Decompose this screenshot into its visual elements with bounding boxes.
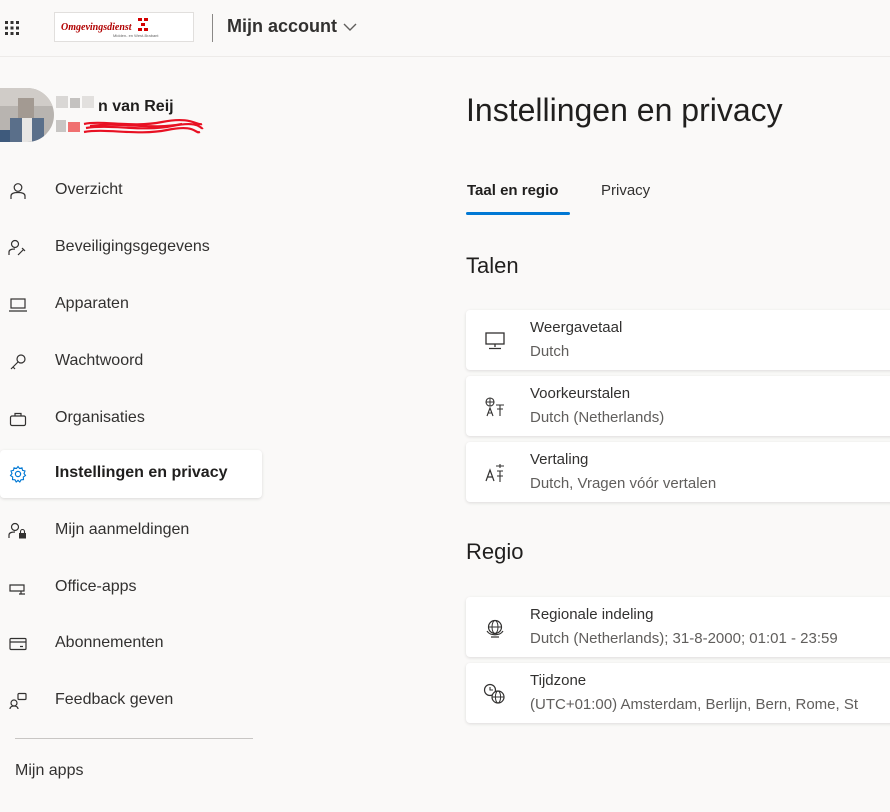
sidebar-item-label: Feedback geven	[55, 691, 174, 708]
sidebar-item-label: Beveiligingsgegevens	[55, 238, 210, 255]
card-title: Weergavetaal	[530, 319, 623, 336]
account-menu-button[interactable]: Mijn account	[227, 16, 357, 37]
avatar[interactable]	[0, 88, 54, 142]
sidebar-item-label: Mijn aanmeldingen	[55, 521, 190, 538]
sidebar-item-label: Instellingen en privacy	[55, 464, 228, 481]
sidebar-item-feedback-geven[interactable]: Feedback geven	[0, 677, 262, 725]
sidebar-item-organisaties[interactable]: Organisaties	[0, 395, 262, 443]
setting-card-weergavetaal[interactable]: Weergavetaal Dutch	[466, 310, 890, 370]
card-value: Dutch, Vragen vóór vertalen	[530, 475, 717, 492]
section-title-talen: Talen	[466, 253, 519, 278]
setting-card-voorkeurstalen[interactable]: Voorkeurstalen Dutch (Netherlands)	[466, 376, 890, 436]
sidebar-item-apparaten[interactable]: Apparaten	[0, 281, 262, 329]
sidebar-item-instellingen-en-privacy[interactable]: Instellingen en privacy	[0, 450, 262, 498]
app-launcher-icon[interactable]	[0, 17, 24, 39]
sidebar-item-abonnementen[interactable]: Abonnementen	[0, 620, 262, 668]
sidebar-item-label: Office-apps	[55, 578, 137, 595]
pixelated-block	[56, 120, 66, 132]
key-icon	[8, 352, 28, 372]
profile-name: n van Reij	[98, 98, 174, 115]
card-icon	[8, 634, 28, 654]
sidebar-item-label: Organisaties	[55, 409, 145, 426]
tab-taal-en-regio[interactable]: Taal en regio	[467, 182, 558, 199]
my-apps-link[interactable]: Mijn apps	[15, 762, 83, 780]
logo-text: Omgevingsdienst	[61, 21, 132, 33]
sidebar-item-office-apps[interactable]: Office-apps	[0, 564, 262, 612]
feedback-icon	[8, 691, 28, 711]
card-value: Dutch	[530, 343, 570, 360]
language-icon	[482, 394, 508, 420]
tab-privacy[interactable]: Privacy	[601, 182, 650, 199]
laptop-icon	[8, 295, 28, 315]
card-title: Tijdzone	[530, 672, 587, 689]
sidebar-item-label: Abonnementen	[55, 634, 164, 651]
profile-summary: n van Reij	[0, 88, 260, 148]
section-title-regio: Regio	[466, 539, 524, 564]
logo-subtext: Midden- en West-Brabant	[113, 33, 159, 38]
setting-card-regionale-indeling[interactable]: Regionale indeling Dutch (Netherlands); …	[466, 597, 890, 657]
card-title: Vertaling	[530, 451, 589, 468]
pixelated-block	[68, 122, 80, 132]
sidebar-item-mijn-aanmeldingen[interactable]: Mijn aanmeldingen	[0, 507, 262, 555]
gear-icon	[8, 464, 28, 484]
sidebar-item-beveiligingsgegevens[interactable]: Beveiligingsgegevens	[0, 224, 262, 272]
person-lock-icon	[8, 521, 28, 541]
pixelated-block	[56, 96, 68, 108]
monitor-icon	[482, 328, 508, 354]
card-title: Voorkeurstalen	[530, 385, 631, 402]
person-key-icon	[8, 238, 28, 258]
briefcase-icon	[8, 409, 28, 429]
sidebar-divider	[15, 738, 253, 739]
top-bar: Omgevingsdienst Midden- en West-Brabant …	[0, 0, 890, 57]
sidebar-item-overzicht[interactable]: Overzicht	[0, 167, 262, 215]
translate-icon	[482, 460, 508, 486]
sidebar-item-wachtwoord[interactable]: Wachtwoord	[0, 338, 262, 386]
card-value: Dutch (Netherlands)	[530, 409, 665, 426]
sidebar-item-label: Wachtwoord	[55, 352, 144, 369]
header-divider	[212, 14, 213, 42]
chevron-down-icon	[343, 16, 357, 37]
organization-logo[interactable]: Omgevingsdienst Midden- en West-Brabant	[54, 12, 194, 42]
person-icon	[8, 181, 28, 201]
sidebar-item-label: Overzicht	[55, 181, 123, 198]
globe-settings-icon	[482, 615, 508, 641]
card-value: Dutch (Netherlands); 31-8-2000; 01:01 - …	[530, 630, 838, 647]
card-title: Regionale indeling	[530, 606, 654, 623]
office-apps-icon	[8, 578, 28, 598]
redaction-scribble	[83, 118, 204, 134]
pixelated-block	[70, 98, 80, 108]
setting-card-vertaling[interactable]: Vertaling Dutch, Vragen vóór vertalen	[466, 442, 890, 502]
account-menu-label: Mijn account	[227, 16, 338, 36]
setting-card-tijdzone[interactable]: Tijdzone (UTC+01:00) Amsterdam, Berlijn,…	[466, 663, 890, 723]
sidebar-item-label: Apparaten	[55, 295, 129, 312]
active-tab-indicator	[466, 212, 570, 215]
page-title: Instellingen en privacy	[466, 92, 783, 128]
globe-clock-icon	[482, 681, 508, 707]
pixelated-block	[82, 96, 94, 108]
card-value: (UTC+01:00) Amsterdam, Berlijn, Bern, Ro…	[530, 696, 859, 713]
